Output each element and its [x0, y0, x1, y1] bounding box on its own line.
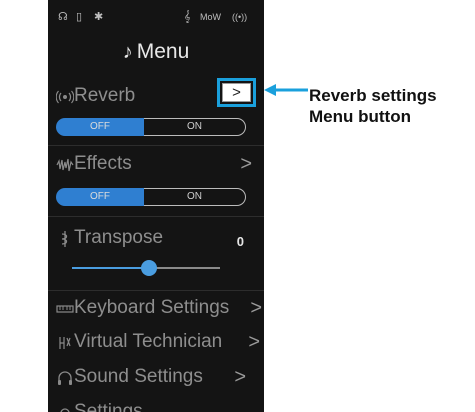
transpose-label: Transpose	[74, 227, 164, 248]
effects-icon: MoW	[200, 12, 221, 22]
reverb-icon: ((•))	[232, 12, 248, 22]
transpose-slider[interactable]	[72, 260, 220, 276]
music-note-icon: ♪	[122, 41, 133, 63]
device-screen: ☊ ▯ ✱ 𝄞 MoW ((•)) ♪ Menu Reverb OFF ON Ef…	[48, 0, 264, 412]
effects-toggle-on[interactable]: ON	[144, 188, 246, 206]
keyboard-settings-chevron-icon[interactable]: >	[250, 297, 262, 320]
effects-toggle[interactable]: OFF ON	[56, 188, 248, 206]
keyboard-icon	[56, 305, 74, 313]
menu-title-text: Menu	[136, 40, 190, 63]
menu-item-virtual-technician[interactable]: Virtual Technician >	[48, 326, 264, 360]
status-bar: ☊ ▯ ✱ 𝄞 MoW ((•))	[48, 0, 264, 38]
page-title: ♪ Menu	[48, 40, 264, 64]
menu-item-keyboard-settings[interactable]: Keyboard Settings >	[48, 292, 264, 326]
reverb-label: Reverb	[74, 85, 136, 106]
transpose-slider-thumb[interactable]	[141, 260, 157, 276]
menu-item-transpose[interactable]: Transpose 0	[48, 222, 264, 256]
callout-line-2: Menu button	[309, 107, 411, 126]
arrow-icon	[264, 84, 308, 96]
divider	[48, 290, 264, 291]
effects-icon	[56, 158, 74, 172]
virtual-technician-label: Virtual Technician	[74, 331, 223, 352]
transpose-icon: 𝄞	[184, 11, 191, 23]
gear-icon	[60, 408, 70, 412]
menu-item-settings[interactable]: Settings	[48, 396, 264, 412]
effects-label: Effects	[74, 153, 132, 174]
menu-item-sound-settings[interactable]: Sound Settings >	[48, 361, 264, 395]
headphone-icon	[58, 371, 72, 385]
headphone-icon: ☊	[58, 11, 68, 23]
transpose-icon	[61, 231, 68, 247]
usb-icon: ▯	[76, 11, 83, 23]
sound-settings-label: Sound Settings	[74, 366, 203, 387]
reverb-icon	[56, 90, 74, 104]
virtual-technician-chevron-icon[interactable]: >	[248, 331, 260, 354]
reverb-toggle-off[interactable]: OFF	[56, 118, 144, 136]
divider	[48, 216, 264, 217]
menu-item-effects[interactable]: Effects >	[48, 148, 264, 182]
divider	[48, 145, 264, 146]
reverb-toggle[interactable]: OFF ON	[56, 118, 248, 136]
effects-toggle-off[interactable]: OFF	[56, 188, 144, 206]
effects-chevron-icon[interactable]: >	[240, 153, 252, 176]
transpose-value: 0	[236, 234, 244, 249]
sound-settings-chevron-icon[interactable]: >	[234, 366, 246, 389]
callout-line-1: Reverb settings	[309, 86, 437, 105]
reverb-toggle-on[interactable]: ON	[144, 118, 246, 136]
settings-label: Settings	[74, 401, 143, 412]
callout-label: Reverb settings Menu button	[309, 85, 437, 127]
reverb-menu-button[interactable]: >	[222, 83, 251, 102]
keyboard-settings-label: Keyboard Settings	[74, 297, 230, 318]
virtual-technician-icon	[59, 337, 71, 349]
bluetooth-icon: ✱	[94, 11, 104, 23]
